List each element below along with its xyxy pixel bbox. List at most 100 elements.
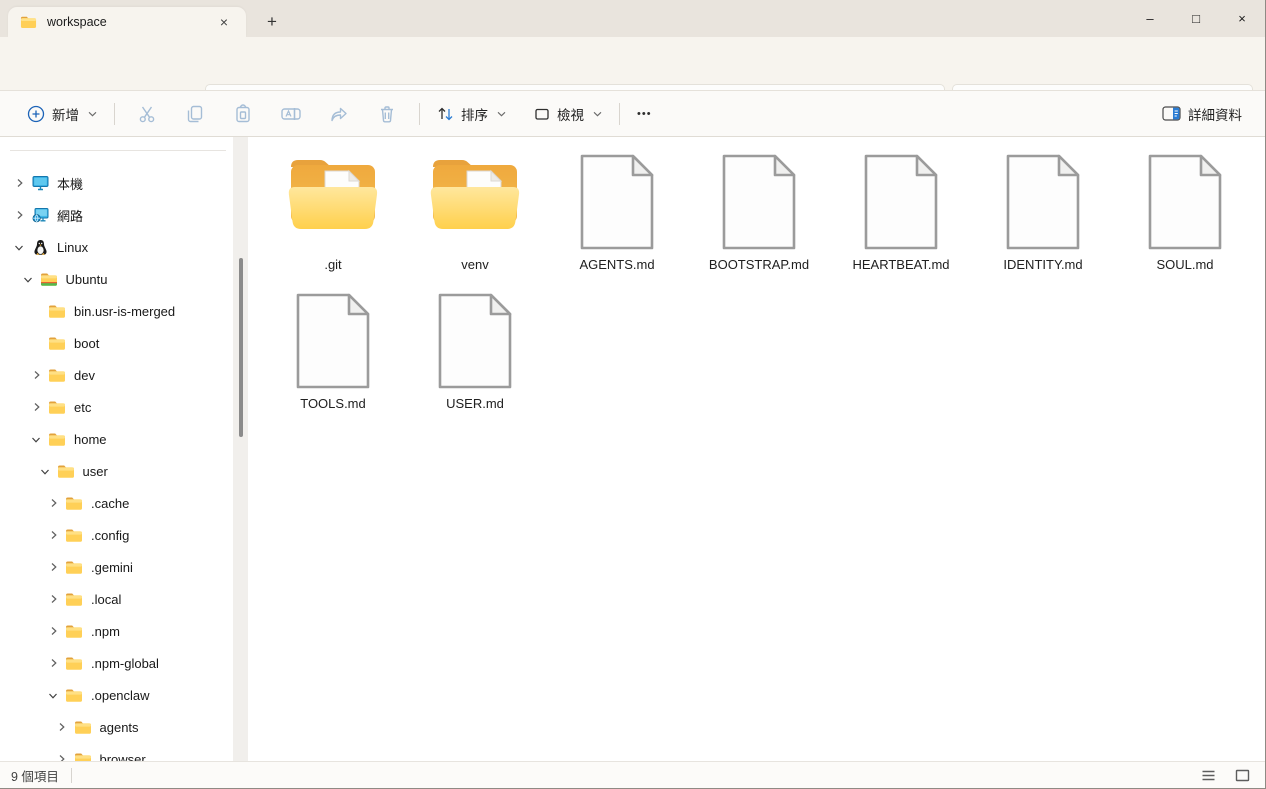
sidebar-item-openclaw[interactable]: .openclaw bbox=[0, 679, 233, 711]
folder-icon bbox=[56, 464, 76, 479]
file-item-heartbeat.md[interactable]: HEARTBEAT.md bbox=[830, 148, 972, 287]
sidebar-item-label: etc bbox=[74, 400, 91, 415]
view-icon bbox=[534, 106, 550, 122]
folder-icon bbox=[47, 368, 67, 383]
chevron-right-icon[interactable] bbox=[8, 210, 30, 220]
maximize-button[interactable]: □ bbox=[1173, 0, 1219, 37]
folder-icon bbox=[64, 656, 84, 671]
view-button[interactable]: 檢視 bbox=[525, 97, 611, 131]
new-button-label: 新增 bbox=[52, 104, 79, 124]
sidebar-item-boot[interactable]: boot bbox=[0, 327, 233, 359]
sidebar-item-網路[interactable]: 網路 bbox=[0, 199, 233, 231]
minimize-button[interactable]: – bbox=[1127, 0, 1173, 37]
folder-icon bbox=[64, 528, 84, 543]
folder-item-git[interactable]: .git bbox=[262, 148, 404, 287]
sidebar-item-npm-global[interactable]: .npm-global bbox=[0, 647, 233, 679]
file-list-area[interactable]: .git venvAGENTS.mdBOOTSTRAP.md HEARTBEAT.m… bbox=[248, 137, 1265, 761]
sort-button[interactable]: 排序 bbox=[428, 97, 515, 131]
chevron-down-icon bbox=[497, 111, 506, 117]
tab-close-icon[interactable]: × bbox=[212, 10, 236, 34]
folder-icon bbox=[64, 624, 84, 639]
chevron-down-icon[interactable] bbox=[34, 467, 56, 476]
delete-button[interactable] bbox=[367, 97, 407, 131]
chevron-right-icon[interactable] bbox=[42, 626, 64, 636]
share-icon bbox=[329, 104, 349, 124]
sidebar-item-home[interactable]: home bbox=[0, 423, 233, 455]
sidebar-item-label: dev bbox=[74, 368, 95, 383]
chevron-down-icon[interactable] bbox=[25, 435, 47, 444]
sidebar-divider bbox=[10, 150, 226, 151]
sort-icon bbox=[437, 106, 454, 122]
file-item-soul.md[interactable]: SOUL.md bbox=[1114, 148, 1256, 287]
chevron-right-icon[interactable] bbox=[42, 594, 64, 604]
sidebar-item-ubuntu[interactable]: Ubuntu bbox=[0, 263, 233, 295]
share-button[interactable] bbox=[319, 97, 359, 131]
sidebar-item-browser[interactable]: browser bbox=[0, 743, 233, 761]
sidebar-item-cache[interactable]: .cache bbox=[0, 487, 233, 519]
new-tab-button[interactable]: + bbox=[258, 10, 286, 34]
sidebar-item-label: 本機 bbox=[57, 174, 83, 193]
details-view-toggle-icon[interactable] bbox=[1195, 765, 1221, 787]
copy-icon bbox=[185, 104, 205, 124]
chevron-right-icon[interactable] bbox=[51, 754, 73, 761]
file-name-label: HEARTBEAT.md bbox=[852, 257, 949, 272]
tab-workspace[interactable]: workspace × bbox=[8, 7, 246, 37]
sidebar-item-bin.usr-is-merged[interactable]: bin.usr-is-merged bbox=[0, 295, 233, 327]
sidebar-item-dev[interactable]: dev bbox=[0, 359, 233, 391]
close-button[interactable]: × bbox=[1219, 0, 1265, 37]
file-name-label: IDENTITY.md bbox=[1003, 257, 1082, 272]
file-item-user.md[interactable]: USER.md bbox=[404, 287, 546, 426]
file-name-label: TOOLS.md bbox=[300, 396, 366, 411]
sidebar-item-local[interactable]: .local bbox=[0, 583, 233, 615]
sidebar-item-label: .cache bbox=[91, 496, 129, 511]
chevron-right-icon[interactable] bbox=[25, 402, 47, 412]
rename-button[interactable] bbox=[271, 97, 311, 131]
status-divider bbox=[71, 768, 72, 783]
monitor-icon bbox=[30, 175, 50, 191]
sidebar-item-label: home bbox=[74, 432, 107, 447]
sidebar-item-gemini[interactable]: .gemini bbox=[0, 551, 233, 583]
file-item-identity.md[interactable]: IDENTITY.md bbox=[972, 148, 1114, 287]
file-item-tools.md[interactable]: TOOLS.md bbox=[262, 287, 404, 426]
chevron-down-icon[interactable] bbox=[17, 275, 39, 284]
sidebar-item-config[interactable]: .config bbox=[0, 519, 233, 551]
cut-button[interactable] bbox=[127, 97, 167, 131]
paste-button[interactable] bbox=[223, 97, 263, 131]
sidebar-item-npm[interactable]: .npm bbox=[0, 615, 233, 647]
sidebar-item-linux[interactable]: Linux bbox=[0, 231, 233, 263]
more-button[interactable]: ••• bbox=[628, 97, 661, 131]
chevron-right-icon[interactable] bbox=[51, 722, 73, 732]
sidebar-scrollbar-thumb[interactable] bbox=[239, 258, 243, 437]
folder-item-venv[interactable]: venv bbox=[404, 148, 546, 287]
rename-icon bbox=[280, 104, 302, 124]
sidebar-item-user[interactable]: user bbox=[0, 455, 233, 487]
folder-icon bbox=[64, 592, 84, 607]
file-name-label: USER.md bbox=[446, 396, 504, 411]
large-icons-view-toggle-icon[interactable] bbox=[1229, 765, 1255, 787]
new-button[interactable]: 新增 bbox=[18, 97, 106, 131]
sidebar-item-agents[interactable]: agents bbox=[0, 711, 233, 743]
sidebar-item-etc[interactable]: etc bbox=[0, 391, 233, 423]
chevron-right-icon[interactable] bbox=[42, 530, 64, 540]
folder-icon bbox=[285, 148, 381, 254]
document-icon bbox=[1005, 148, 1081, 254]
file-item-agents.md[interactable]: AGENTS.md bbox=[546, 148, 688, 287]
chevron-right-icon[interactable] bbox=[42, 658, 64, 668]
copy-button[interactable] bbox=[175, 97, 215, 131]
chevron-down-icon[interactable] bbox=[42, 691, 64, 700]
chevron-right-icon[interactable] bbox=[42, 562, 64, 572]
folder-icon bbox=[64, 688, 84, 703]
details-pane-button[interactable]: 詳細資料 bbox=[1153, 97, 1251, 131]
chevron-right-icon[interactable] bbox=[25, 370, 47, 380]
chevron-down-icon[interactable] bbox=[8, 243, 30, 252]
sidebar-item-label: user bbox=[83, 464, 108, 479]
sidebar-item-本機[interactable]: 本機 bbox=[0, 167, 233, 199]
file-name-label: .git bbox=[324, 257, 341, 272]
file-item-bootstrap.md[interactable]: BOOTSTRAP.md bbox=[688, 148, 830, 287]
sidebar-scrollbar[interactable] bbox=[233, 137, 248, 761]
sort-button-label: 排序 bbox=[461, 104, 488, 124]
chevron-right-icon[interactable] bbox=[42, 498, 64, 508]
command-bar: 新增 排序 bbox=[0, 90, 1265, 137]
sidebar-item-label: boot bbox=[74, 336, 99, 351]
chevron-right-icon[interactable] bbox=[8, 178, 30, 188]
